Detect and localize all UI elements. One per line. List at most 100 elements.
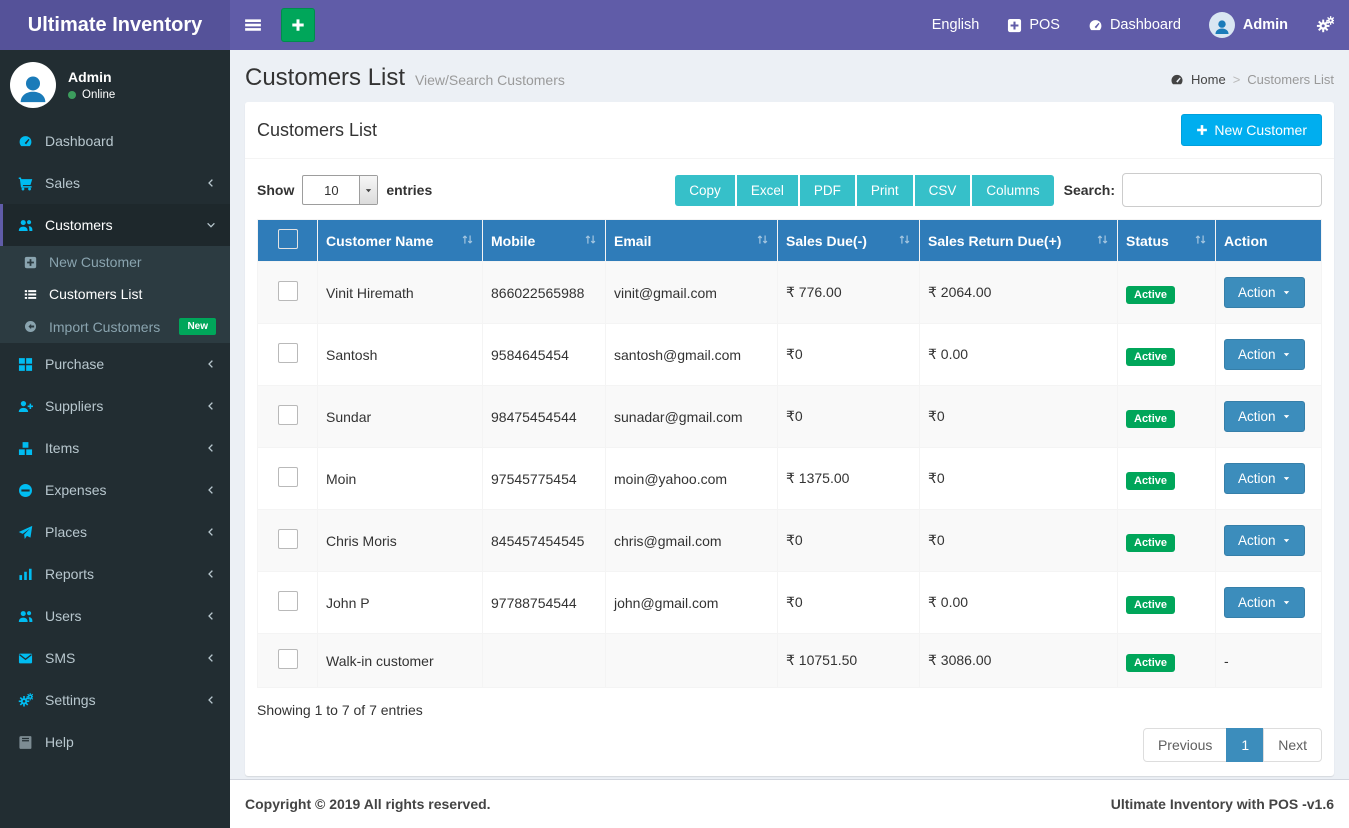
- action-cell: Action: [1215, 571, 1322, 634]
- row-checkbox[interactable]: [277, 467, 298, 487]
- sidebar-subitem-customers-list[interactable]: Customers List: [0, 278, 230, 310]
- status-badge: Active: [1126, 409, 1176, 428]
- export-copy-button[interactable]: Copy: [675, 174, 735, 206]
- column-header-mobile[interactable]: Mobile: [482, 219, 606, 262]
- sort-icon: [756, 233, 769, 249]
- export-excel-button[interactable]: Excel: [736, 174, 798, 206]
- column-header-customer-name[interactable]: Customer Name: [317, 219, 483, 262]
- status-badge: Active: [1126, 285, 1176, 304]
- settings-gear-button[interactable]: [1316, 16, 1334, 34]
- sidebar-item-purchase[interactable]: Purchase: [0, 343, 230, 385]
- page-title: Customers List: [245, 64, 406, 91]
- pagination-page-1[interactable]: 1: [1226, 728, 1265, 762]
- nav-language[interactable]: English: [932, 17, 980, 33]
- sidebar-subitem-import-customers[interactable]: Import Customers New: [0, 310, 230, 343]
- brand-logo[interactable]: Ultimate Inventory: [0, 0, 230, 50]
- action-cell: Action: [1215, 509, 1322, 572]
- table-row: Moin 97545775454 moin@yahoo.com ₹ 1375.0…: [257, 447, 1322, 510]
- sales-due-cell: ₹0: [777, 509, 920, 572]
- customer-name-cell: Walk-in customer: [317, 633, 483, 688]
- sidebar-subitem-new-customer[interactable]: New Customer: [0, 246, 230, 278]
- breadcrumb-current: Customers List: [1247, 72, 1334, 87]
- sidebar-item-places[interactable]: Places: [0, 511, 230, 553]
- sidebar-item-reports[interactable]: Reports: [0, 553, 230, 595]
- sidebar-item-suppliers[interactable]: Suppliers: [0, 385, 230, 427]
- mobile-cell: 9584645454: [482, 323, 606, 386]
- sidebar-item-customers[interactable]: Customers: [0, 204, 230, 246]
- column-header-sales-return-due[interactable]: Sales Return Due(+): [919, 219, 1118, 262]
- sales-due-cell: ₹0: [777, 385, 920, 448]
- status-badge: Active: [1126, 471, 1176, 490]
- row-checkbox[interactable]: [277, 343, 298, 363]
- action-cell: Action: [1215, 261, 1322, 324]
- pagination-next[interactable]: Next: [1263, 728, 1322, 762]
- action-button[interactable]: Action: [1224, 587, 1305, 618]
- search-input[interactable]: [1122, 173, 1322, 207]
- new-customer-button[interactable]: New Customer: [1181, 114, 1322, 146]
- th-large-icon: [15, 357, 35, 372]
- breadcrumb-home[interactable]: Home: [1191, 72, 1226, 87]
- mobile-cell: [482, 633, 606, 688]
- sidebar-item-help[interactable]: Help: [0, 721, 230, 763]
- action-button[interactable]: Action: [1224, 277, 1305, 308]
- pagination-previous[interactable]: Previous: [1142, 728, 1228, 762]
- sidebar-item-users[interactable]: Users: [0, 595, 230, 637]
- action-cell: Action: [1215, 385, 1322, 448]
- user-plus-icon: [15, 399, 35, 414]
- nav-pos[interactable]: POS: [1007, 17, 1060, 33]
- entries-label: entries: [386, 182, 433, 198]
- sidebar-item-dashboard[interactable]: Dashboard: [0, 120, 230, 162]
- sales-return-due-cell: ₹ 3086.00: [919, 633, 1118, 688]
- chevron-down-icon: [206, 217, 216, 233]
- row-checkbox[interactable]: [277, 529, 298, 549]
- page-size-select[interactable]: 10: [302, 175, 379, 205]
- sort-icon: [461, 233, 474, 249]
- customer-name-cell: Vinit Hiremath: [317, 261, 483, 324]
- status-badge: Active: [1126, 533, 1176, 552]
- row-checkbox[interactable]: [277, 281, 298, 301]
- sidebar-item-expenses[interactable]: Expenses: [0, 469, 230, 511]
- column-header-select-all: [257, 219, 318, 262]
- caret-down-icon: [1282, 474, 1291, 483]
- select-all-checkbox[interactable]: [277, 229, 298, 249]
- footer-copyright: Copyright © 2019 All rights reserved.: [245, 796, 491, 812]
- row-checkbox[interactable]: [277, 649, 298, 669]
- action-button[interactable]: Action: [1224, 463, 1305, 494]
- status-cell: Active: [1117, 385, 1216, 448]
- column-header-email[interactable]: Email: [605, 219, 778, 262]
- action-button[interactable]: Action: [1224, 525, 1305, 556]
- export-columns-button[interactable]: Columns: [972, 174, 1054, 206]
- action-cell: Action: [1215, 447, 1322, 510]
- nav-dashboard[interactable]: Dashboard: [1088, 17, 1181, 33]
- sidebar-item-items[interactable]: Items: [0, 427, 230, 469]
- sidebar-user-status: Online: [68, 89, 115, 101]
- sidebar-item-sales[interactable]: Sales: [0, 162, 230, 204]
- online-status-icon: [68, 91, 76, 99]
- cubes-icon: [15, 441, 35, 456]
- sidebar-toggle-button[interactable]: [230, 0, 275, 50]
- user-menu[interactable]: Admin: [1208, 12, 1288, 38]
- status-cell: Active: [1117, 509, 1216, 572]
- action-cell: -: [1215, 633, 1322, 688]
- top-navbar: Ultimate Inventory English POS Dashboard…: [0, 0, 1349, 50]
- sales-return-due-cell: ₹0: [919, 385, 1118, 448]
- quick-add-button[interactable]: [281, 8, 315, 42]
- row-checkbox[interactable]: [277, 591, 298, 611]
- action-button[interactable]: Action: [1224, 401, 1305, 432]
- chevron-left-icon: [206, 482, 216, 498]
- column-header-sales-due[interactable]: Sales Due(-): [777, 219, 920, 262]
- export-csv-button[interactable]: CSV: [914, 174, 971, 206]
- export-pdf-button[interactable]: PDF: [799, 174, 855, 206]
- hamburger-icon: [244, 16, 262, 34]
- status-badge: Active: [1126, 595, 1176, 614]
- action-button[interactable]: Action: [1224, 339, 1305, 370]
- cogs-icon: [15, 692, 35, 708]
- sidebar-item-settings[interactable]: Settings: [0, 679, 230, 721]
- tachometer-icon: [15, 134, 35, 149]
- sidebar-item-sms[interactable]: SMS: [0, 637, 230, 679]
- row-checkbox[interactable]: [277, 405, 298, 425]
- breadcrumb-separator: >: [1232, 72, 1241, 87]
- export-print-button[interactable]: Print: [856, 174, 913, 206]
- column-header-status[interactable]: Status: [1117, 219, 1216, 262]
- footer-version: Ultimate Inventory with POS -v1.6: [1110, 796, 1334, 812]
